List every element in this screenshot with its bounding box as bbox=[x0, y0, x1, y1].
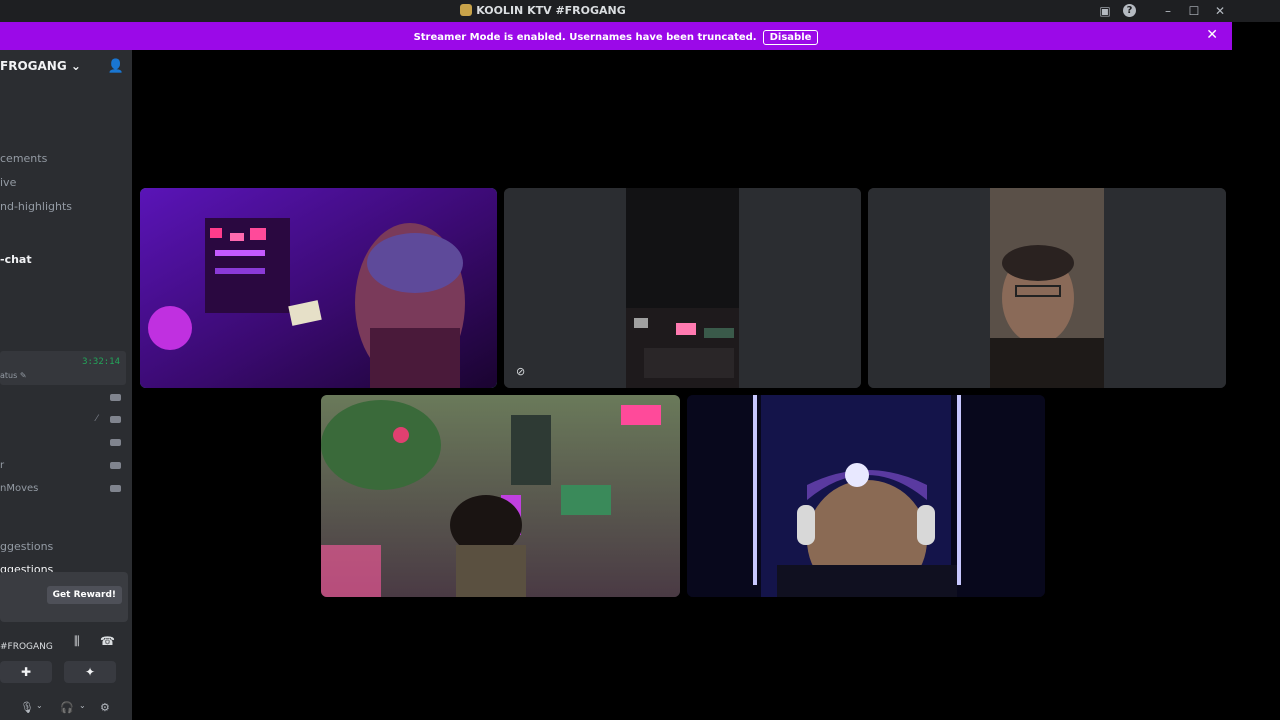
mic-muted-icon: ⊘ bbox=[516, 365, 526, 378]
reward-panel: Get Reward! bbox=[0, 572, 128, 622]
camera-icon bbox=[110, 462, 121, 469]
help-icon[interactable]: ? bbox=[1123, 4, 1136, 17]
banner-close-icon[interactable]: ✕ bbox=[1206, 27, 1218, 43]
video-feed bbox=[504, 188, 861, 388]
video-feed bbox=[321, 395, 680, 597]
voice-connection-bar: #FROGANG ⫼ ☎ ✚ ✦ bbox=[0, 628, 128, 688]
voice-timer: 3:32:14 bbox=[82, 357, 120, 367]
close-icon[interactable]: ✕ bbox=[1212, 3, 1228, 19]
inbox-icon[interactable]: ▣ bbox=[1097, 3, 1113, 19]
server-name[interactable]: FROGANG ⌄ bbox=[0, 59, 81, 73]
video-tile[interactable]: ⊘ bbox=[504, 188, 861, 388]
chevron-down-icon: ⌄ bbox=[70, 59, 81, 73]
camera-icon bbox=[110, 416, 121, 423]
camera-icon bbox=[110, 439, 121, 446]
channel-item[interactable]: nd-highlights bbox=[0, 200, 72, 213]
minimize-icon[interactable]: – bbox=[1160, 3, 1176, 19]
headset-icon[interactable]: 🎧 bbox=[60, 701, 74, 714]
chevron-down-icon[interactable]: ⌄ bbox=[79, 701, 86, 710]
camera-icon bbox=[110, 394, 121, 401]
server-logo-icon bbox=[460, 4, 473, 16]
video-tile[interactable] bbox=[868, 188, 1226, 388]
video-feed bbox=[140, 188, 497, 388]
microphone-icon[interactable]: 🎙 bbox=[20, 701, 34, 714]
voice-channel-panel[interactable]: 3:32:14 atus ✎ bbox=[0, 351, 126, 385]
pencil-icon: ✎ bbox=[19, 371, 27, 380]
channel-sidebar: FROGANG ⌄ 👤 cements ive nd-highlights -c… bbox=[0, 50, 132, 720]
video-tile[interactable] bbox=[687, 395, 1045, 597]
voice-member[interactable]: nMoves bbox=[0, 483, 38, 494]
banner-message: Streamer Mode is enabled. Usernames have… bbox=[413, 32, 757, 43]
gear-icon[interactable]: ⚙ bbox=[100, 701, 110, 714]
activities-icon[interactable]: ✚ bbox=[0, 661, 52, 683]
voice-status: atus ✎ bbox=[0, 371, 27, 380]
disable-button[interactable]: Disable bbox=[762, 30, 819, 45]
window-title: KOOLIN KTV #FROGANG bbox=[0, 4, 1086, 17]
effects-icon[interactable]: ✦ bbox=[64, 661, 116, 683]
chevron-down-icon[interactable]: ⌄ bbox=[36, 701, 43, 710]
channel-item[interactable]: cements bbox=[0, 152, 47, 165]
get-reward-button[interactable]: Get Reward! bbox=[46, 586, 122, 604]
user-bar: 🎙 ⌄ 🎧 ⌄ ⚙ bbox=[0, 701, 132, 720]
phone-hangup-icon[interactable]: ☎ bbox=[100, 634, 115, 648]
video-feed bbox=[868, 188, 1226, 388]
waveform-icon[interactable]: ⫼ bbox=[74, 634, 80, 649]
window-titlebar: KOOLIN KTV #FROGANG ▣ ? – ☐ ✕ bbox=[0, 0, 1280, 22]
channel-item[interactable]: ggestions bbox=[0, 540, 53, 553]
video-tile[interactable] bbox=[321, 395, 680, 597]
video-feed bbox=[687, 395, 1045, 597]
video-stage: ⊘ bbox=[132, 50, 1280, 720]
voice-member[interactable]: r bbox=[0, 460, 4, 471]
streamer-mode-banner: Streamer Mode is enabled. Usernames have… bbox=[0, 22, 1232, 50]
channel-item-active[interactable]: -chat bbox=[0, 253, 32, 266]
video-tile[interactable] bbox=[140, 188, 497, 388]
mic-muted-icon: ⁄ bbox=[96, 414, 98, 424]
add-user-icon[interactable]: 👤 bbox=[108, 59, 124, 74]
camera-icon bbox=[110, 485, 121, 492]
channel-item[interactable]: ive bbox=[0, 176, 16, 189]
voice-connection-name: #FROGANG bbox=[0, 642, 53, 652]
maximize-icon[interactable]: ☐ bbox=[1186, 3, 1202, 19]
